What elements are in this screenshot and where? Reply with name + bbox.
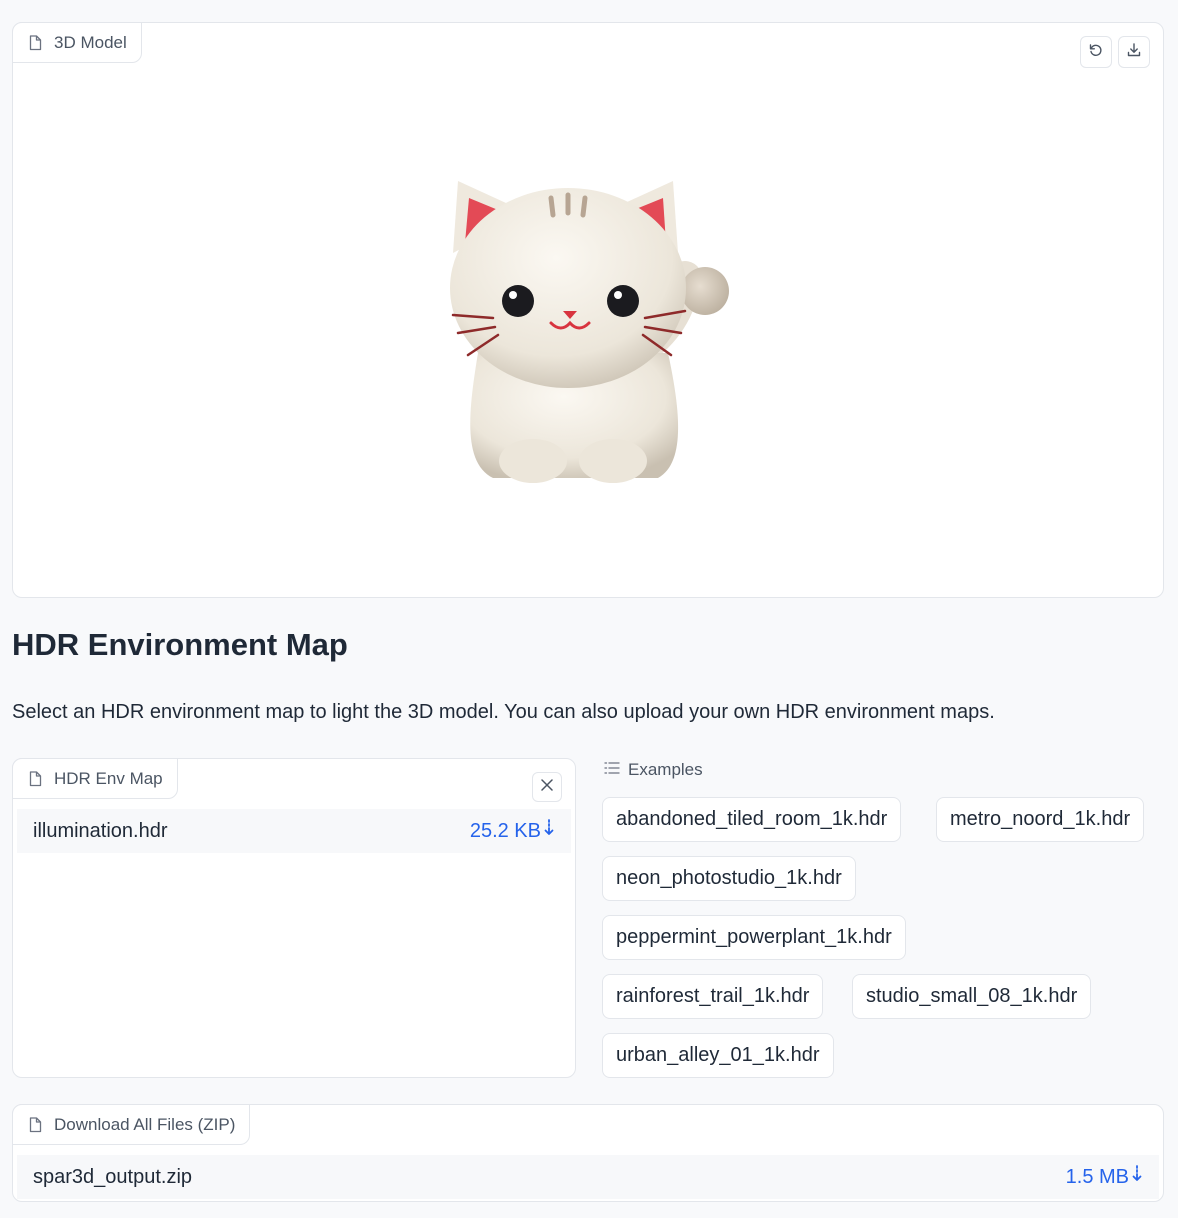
reset-icon: [1088, 42, 1104, 63]
hdr-file-download-link[interactable]: 25.2 KB: [470, 819, 555, 843]
zip-file-row: spar3d_output.zip 1.5 MB: [17, 1155, 1159, 1199]
zip-file-download-link[interactable]: 1.5 MB: [1066, 1165, 1143, 1189]
download-model-button[interactable]: [1118, 36, 1150, 68]
file-icon: [29, 1116, 42, 1133]
example-chip[interactable]: peppermint_powerplant_1k.hdr: [602, 915, 906, 960]
close-icon: [541, 778, 553, 796]
reset-view-button[interactable]: [1080, 36, 1112, 68]
zip-panel-title: Download All Files (ZIP): [54, 1114, 236, 1134]
zip-file-size: 1.5 MB: [1065, 1165, 1129, 1188]
examples-header: Examples: [604, 760, 703, 780]
model-panel-title: 3D Model: [54, 32, 127, 52]
model-canvas[interactable]: [423, 143, 753, 483]
download-icon: [1126, 42, 1142, 63]
examples-title: Examples: [628, 760, 703, 779]
model-viewer-panel: 3D Model: [12, 22, 1164, 598]
file-icon: [29, 770, 42, 787]
hdr-panel-label: HDR Env Map: [12, 758, 178, 799]
zip-download-panel: Download All Files (ZIP) spar3d_output.z…: [12, 1104, 1164, 1202]
example-chip[interactable]: neon_photostudio_1k.hdr: [602, 856, 856, 901]
viewer-toolbar: [1080, 36, 1150, 68]
example-chip[interactable]: urban_alley_01_1k.hdr: [602, 1033, 834, 1078]
hdr-file-row: illumination.hdr 25.2 KB: [17, 809, 571, 853]
download-arrow-icon: [1131, 1165, 1143, 1189]
zip-panel-label: Download All Files (ZIP): [12, 1104, 251, 1145]
example-chip[interactable]: metro_noord_1k.hdr: [936, 797, 1145, 842]
example-chip[interactable]: rainforest_trail_1k.hdr: [602, 974, 824, 1019]
hdr-file-name: illumination.hdr: [33, 819, 168, 842]
zip-file-name: spar3d_output.zip: [33, 1165, 193, 1188]
clear-file-button[interactable]: [532, 772, 562, 802]
page: 3D Model HDR Environment Map Select an H…: [0, 0, 1178, 1218]
cat-model-illustration: [450, 181, 729, 483]
file-icon: [29, 34, 42, 51]
download-arrow-icon: [543, 819, 555, 843]
model-panel-label: 3D Model: [12, 22, 142, 63]
list-icon: [604, 760, 620, 780]
example-chip[interactable]: studio_small_08_1k.hdr: [852, 974, 1092, 1019]
hdr-section-title: HDR Environment Map: [12, 627, 348, 662]
hdr-panel-title: HDR Env Map: [54, 768, 163, 788]
hdr-file-panel: HDR Env Map illumination.hdr 25.2 KB: [12, 758, 576, 1078]
hdr-section-description: Select an HDR environment map to light t…: [12, 701, 995, 723]
hdr-file-size: 25.2 KB: [469, 819, 541, 842]
example-chip[interactable]: abandoned_tiled_room_1k.hdr: [602, 797, 902, 842]
